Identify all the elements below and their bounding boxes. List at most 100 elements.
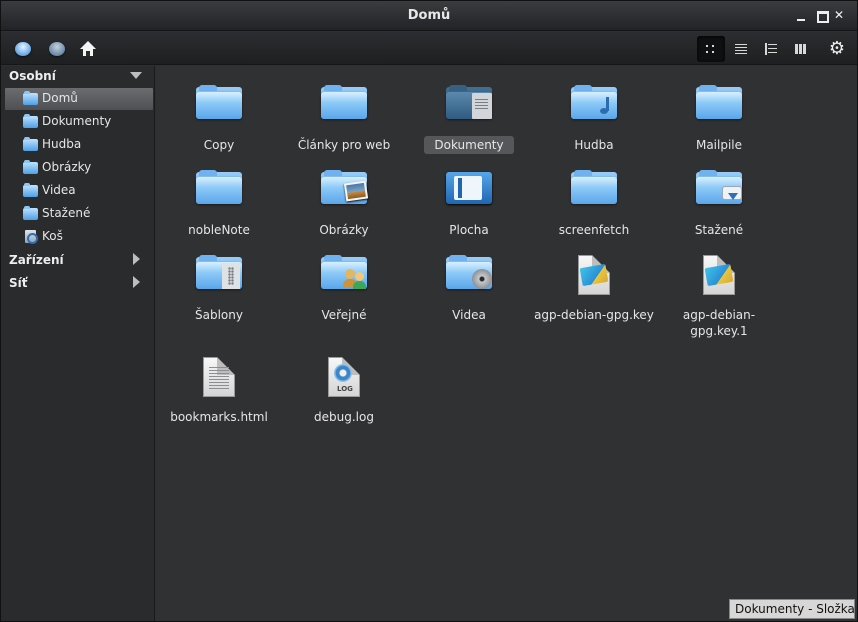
file-name-line: gpg.key.1	[690, 324, 748, 338]
sidebar-section-personal[interactable]: Osobní	[9, 69, 56, 83]
sidebar-item-label: Koš	[42, 229, 63, 243]
file-name: Hudba	[574, 138, 614, 152]
expand-arrow-icon[interactable]	[133, 276, 140, 288]
maximize-button[interactable]	[813, 7, 829, 23]
file-item[interactable]: Stažené	[656, 159, 782, 243]
file-name: Copy	[203, 138, 235, 152]
sidebar-item-videos[interactable]: Videa	[5, 180, 153, 202]
sidebar-item-trash[interactable]: Koš	[5, 226, 153, 248]
file-item[interactable]: Copy	[156, 74, 282, 158]
minimize-button[interactable]	[793, 7, 809, 23]
file-name: nobleNote	[188, 223, 250, 237]
file-name: Stažené	[694, 223, 744, 237]
forward-arrow-icon	[49, 42, 65, 56]
file-item[interactable]: Články pro web	[281, 74, 407, 158]
trash-icon	[23, 230, 39, 244]
file-name: Plocha	[449, 223, 489, 237]
forward-button[interactable]	[45, 37, 69, 61]
file-item[interactable]: Plocha	[406, 159, 532, 243]
settings-gear-icon[interactable]: ⚙	[825, 37, 849, 61]
file-item[interactable]: Obrázky	[281, 159, 407, 243]
list-view-button[interactable]	[757, 36, 785, 62]
sidebar-item-pictures[interactable]: Obrázky	[5, 157, 153, 179]
file-item[interactable]: Veřejné	[281, 244, 407, 328]
sidebar-item-label: Domů	[42, 91, 78, 105]
file-item[interactable]: agp-debian- gpg.key.1	[656, 244, 782, 338]
file-name: Mailpile	[695, 138, 743, 152]
downloads-folder-icon	[696, 170, 744, 212]
folder-icon	[696, 85, 744, 127]
sidebar-item-label: Obrázky	[42, 160, 92, 174]
music-folder-icon	[23, 137, 39, 151]
pictures-folder-icon	[23, 160, 39, 174]
sidebar-item-label: Videa	[42, 183, 76, 197]
folder-icon	[321, 85, 369, 127]
file-name: agp-debian-gpg.key	[534, 308, 654, 322]
file-name: bookmarks.html	[170, 410, 268, 424]
folder-icon	[196, 85, 244, 127]
file-name: Články pro web	[297, 138, 391, 152]
downloads-folder-icon	[23, 206, 39, 220]
documents-folder-icon	[23, 114, 39, 128]
file-name: Videa	[452, 308, 486, 322]
file-item[interactable]: LOG debug.log	[281, 346, 407, 430]
file-item-selected[interactable]: Dokumenty	[406, 74, 532, 158]
file-item[interactable]: agp-debian-gpg.key	[531, 244, 657, 328]
home-folder-icon	[23, 91, 39, 105]
sidebar-item-documents[interactable]: Dokumenty	[5, 111, 153, 133]
close-button[interactable]: ✕	[831, 7, 847, 23]
file-name: Dokumenty	[424, 136, 514, 154]
sidebar-item-home[interactable]: Domů	[5, 88, 153, 110]
sidebar-section-devices[interactable]: Zařízení	[9, 253, 64, 267]
templates-folder-icon	[196, 255, 244, 297]
file-name: debug.log	[314, 410, 374, 424]
html-file-icon	[196, 357, 244, 399]
folder-icon	[571, 170, 619, 212]
back-arrow-icon	[15, 42, 31, 56]
file-name: screenfetch	[558, 223, 630, 237]
home-button[interactable]	[76, 37, 100, 61]
file-manager-window: Domů ✕ ⚙ Osobní Domů Dokumenty Hudba Obr…	[0, 0, 858, 622]
sidebar-item-label: Hudba	[42, 137, 82, 151]
sidebar: Osobní Domů Dokumenty Hudba Obrázky Vide…	[1, 66, 155, 621]
file-item[interactable]: nobleNote	[156, 159, 282, 243]
videos-folder-icon	[446, 255, 494, 297]
sidebar-item-label: Dokumenty	[42, 114, 112, 128]
file-item[interactable]: bookmarks.html	[156, 346, 282, 430]
compact-view-button[interactable]	[727, 36, 755, 62]
column-view-button[interactable]	[787, 36, 815, 62]
home-icon	[80, 41, 96, 57]
file-item[interactable]: Videa	[406, 244, 532, 328]
file-item[interactable]: Mailpile	[656, 74, 782, 158]
music-folder-icon	[571, 85, 619, 127]
file-item[interactable]: Hudba	[531, 74, 657, 158]
file-item[interactable]: screenfetch	[531, 159, 657, 243]
sidebar-item-label: Stažené	[42, 206, 91, 220]
sidebar-section-network[interactable]: Síť	[9, 276, 28, 290]
desktop-folder-icon	[446, 170, 494, 212]
back-button[interactable]	[11, 37, 35, 61]
file-icon-view[interactable]: Copy Články pro web Dokumenty Hudba Mail…	[156, 66, 857, 621]
videos-folder-icon	[23, 183, 39, 197]
documents-folder-icon	[446, 85, 494, 127]
key-file-icon	[571, 255, 619, 297]
file-item[interactable]: Šablony	[156, 244, 282, 328]
key-file-icon	[696, 255, 744, 297]
folder-icon	[196, 170, 244, 212]
sidebar-item-downloads[interactable]: Stažené	[5, 203, 153, 225]
collapse-arrow-icon[interactable]	[130, 72, 142, 79]
log-file-icon: LOG	[321, 357, 369, 399]
window-title: Domů	[407, 8, 451, 23]
file-name: agp-debian- gpg.key.1	[656, 307, 782, 339]
title-bar[interactable]: Domů ✕	[1, 1, 857, 31]
file-name: Veřejné	[321, 308, 367, 322]
status-tooltip: Dokumenty - Složka	[729, 599, 855, 619]
sidebar-item-music[interactable]: Hudba	[5, 134, 153, 156]
file-name: Šablony	[195, 308, 243, 322]
public-folder-icon	[321, 255, 369, 297]
file-name-line: agp-debian-	[682, 308, 756, 322]
pictures-folder-icon	[321, 170, 369, 212]
expand-arrow-icon[interactable]	[133, 253, 140, 265]
toolbar: ⚙	[1, 32, 857, 65]
icon-view-button[interactable]	[697, 36, 725, 62]
